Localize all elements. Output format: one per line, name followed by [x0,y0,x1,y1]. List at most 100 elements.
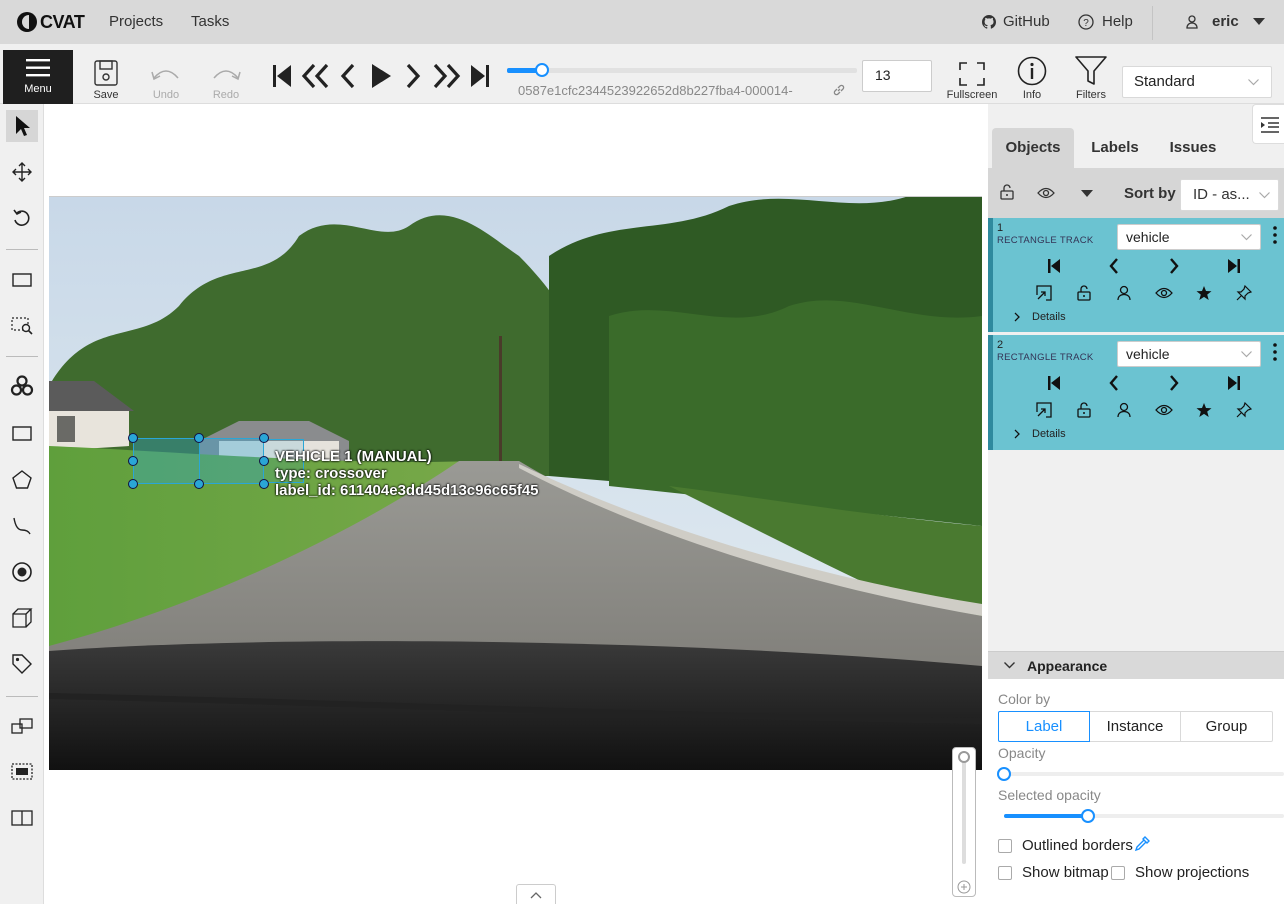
opacity-slider[interactable] [997,767,1284,781]
frame-slider[interactable] [507,63,857,77]
bbox-handle[interactable] [128,433,138,443]
ai-tools[interactable] [6,370,38,402]
object-label-select[interactable]: vehicle [1117,341,1261,367]
annotation-canvas[interactable]: VEHICLE 1 (MANUAL) type: crossover label… [44,104,988,904]
unlock-icon[interactable] [1000,184,1014,200]
user-menu[interactable]: eric [1186,13,1265,30]
previous-keyframe-button[interactable] [1103,372,1125,394]
first-frame-button[interactable] [271,62,293,90]
draw-rectangle-tool[interactable] [6,418,38,450]
star-button[interactable] [1193,399,1215,421]
redo-button[interactable]: Redo [208,44,244,104]
color-picker-icon[interactable] [1134,836,1150,852]
visibility-button[interactable] [1153,399,1175,421]
zoom-region-tool[interactable] [6,310,38,342]
show-projections-checkbox[interactable] [1111,866,1125,880]
draw-polygon-tool[interactable] [6,464,38,496]
more-vertical-icon[interactable] [1273,226,1277,244]
rotate-tool[interactable] [6,202,38,234]
info-button[interactable]: Info [1014,44,1050,104]
merge-tool[interactable] [6,710,38,742]
last-keyframe-button[interactable] [1223,372,1245,394]
object-label-select[interactable]: vehicle [1117,224,1261,250]
move-tool[interactable] [6,156,38,188]
play-button[interactable] [370,62,392,90]
appearance-header[interactable]: Appearance [988,651,1284,679]
color-by-label-option[interactable]: Label [998,711,1090,742]
tab-labels[interactable]: Labels [1082,128,1148,168]
help-link[interactable]: ? Help [1078,13,1133,30]
pin-button[interactable] [1233,282,1255,304]
bbox-handle[interactable] [128,479,138,489]
layer-slider-handle[interactable] [958,751,970,763]
first-keyframe-button[interactable] [1043,255,1065,277]
color-by-instance-option[interactable]: Instance [1090,711,1181,742]
cvat-logo[interactable]: CVAT [16,11,85,33]
sort-select[interactable]: ID - as... [1180,179,1279,211]
previous-step-button[interactable] [300,62,330,90]
bbox-handle[interactable] [194,479,204,489]
star-button[interactable] [1193,282,1215,304]
selected-opacity-slider[interactable] [1004,809,1284,823]
lock-button[interactable] [1073,282,1095,304]
frame-number-input[interactable]: 13 [862,60,932,92]
next-keyframe-button[interactable] [1163,255,1185,277]
pin-button[interactable] [1233,399,1255,421]
lock-button[interactable] [1073,399,1095,421]
nav-projects[interactable]: Projects [109,13,163,30]
occluded-button[interactable] [1113,399,1135,421]
draw-polyline-tool[interactable] [6,510,38,542]
previous-keyframe-button[interactable] [1103,255,1125,277]
copy-link-button[interactable] [832,83,846,97]
caret-down-icon[interactable] [1081,190,1093,197]
occluded-button[interactable] [1113,282,1135,304]
show-bitmap-checkbox[interactable] [998,866,1012,880]
save-button[interactable]: Save [88,44,124,104]
fit-image-tool[interactable] [6,264,38,296]
outlined-borders-checkbox[interactable] [998,839,1012,853]
draw-cuboid-tool[interactable] [6,602,38,634]
visibility-button[interactable] [1153,282,1175,304]
bbox-handle[interactable] [128,456,138,466]
bbox-handle[interactable] [259,479,269,489]
eye-icon[interactable] [1037,187,1055,199]
details-toggle[interactable]: Details [1013,428,1066,440]
split-tool[interactable] [6,802,38,834]
opacity-slider-handle[interactable] [997,767,1011,781]
last-frame-button[interactable] [469,62,491,90]
expand-bottom-panel-button[interactable] [516,884,556,904]
previous-frame-button[interactable] [339,62,357,90]
object-item-1[interactable]: 1 RECTANGLE TRACK vehicle Details [988,218,1284,332]
first-keyframe-button[interactable] [1043,372,1065,394]
layer-slider[interactable] [952,747,976,897]
outside-button[interactable] [1033,399,1055,421]
next-step-button[interactable] [432,62,462,90]
selected-opacity-slider-handle[interactable] [1081,809,1095,823]
bbox-handle[interactable] [259,456,269,466]
collapse-sidebar-button[interactable] [1252,104,1284,144]
outside-button[interactable] [1033,282,1055,304]
workspace-select[interactable]: Standard [1122,66,1272,98]
github-link[interactable]: GitHub [982,13,1050,30]
group-tool[interactable] [6,756,38,788]
cursor-tool[interactable] [6,110,38,142]
tab-objects[interactable]: Objects [992,128,1074,168]
tab-issues[interactable]: Issues [1160,128,1226,168]
draw-points-tool[interactable] [6,556,38,588]
undo-button[interactable]: Undo [148,44,184,104]
more-vertical-icon[interactable] [1273,343,1277,361]
filters-button[interactable]: Filters [1073,44,1109,104]
next-frame-button[interactable] [404,62,422,90]
fullscreen-button[interactable]: Fullscreen [947,44,997,104]
frame-slider-handle[interactable] [535,63,549,77]
nav-tasks[interactable]: Tasks [191,13,229,30]
details-toggle[interactable]: Details [1013,311,1066,323]
menu-button[interactable]: Menu [3,50,73,104]
last-keyframe-button[interactable] [1223,255,1245,277]
object-item-2[interactable]: 2 RECTANGLE TRACK vehicle Details [988,335,1284,450]
next-keyframe-button[interactable] [1163,372,1185,394]
bbox-handle[interactable] [194,433,204,443]
color-by-group-option[interactable]: Group [1181,711,1273,742]
bbox-handle[interactable] [259,433,269,443]
setup-tag-tool[interactable] [6,648,38,680]
